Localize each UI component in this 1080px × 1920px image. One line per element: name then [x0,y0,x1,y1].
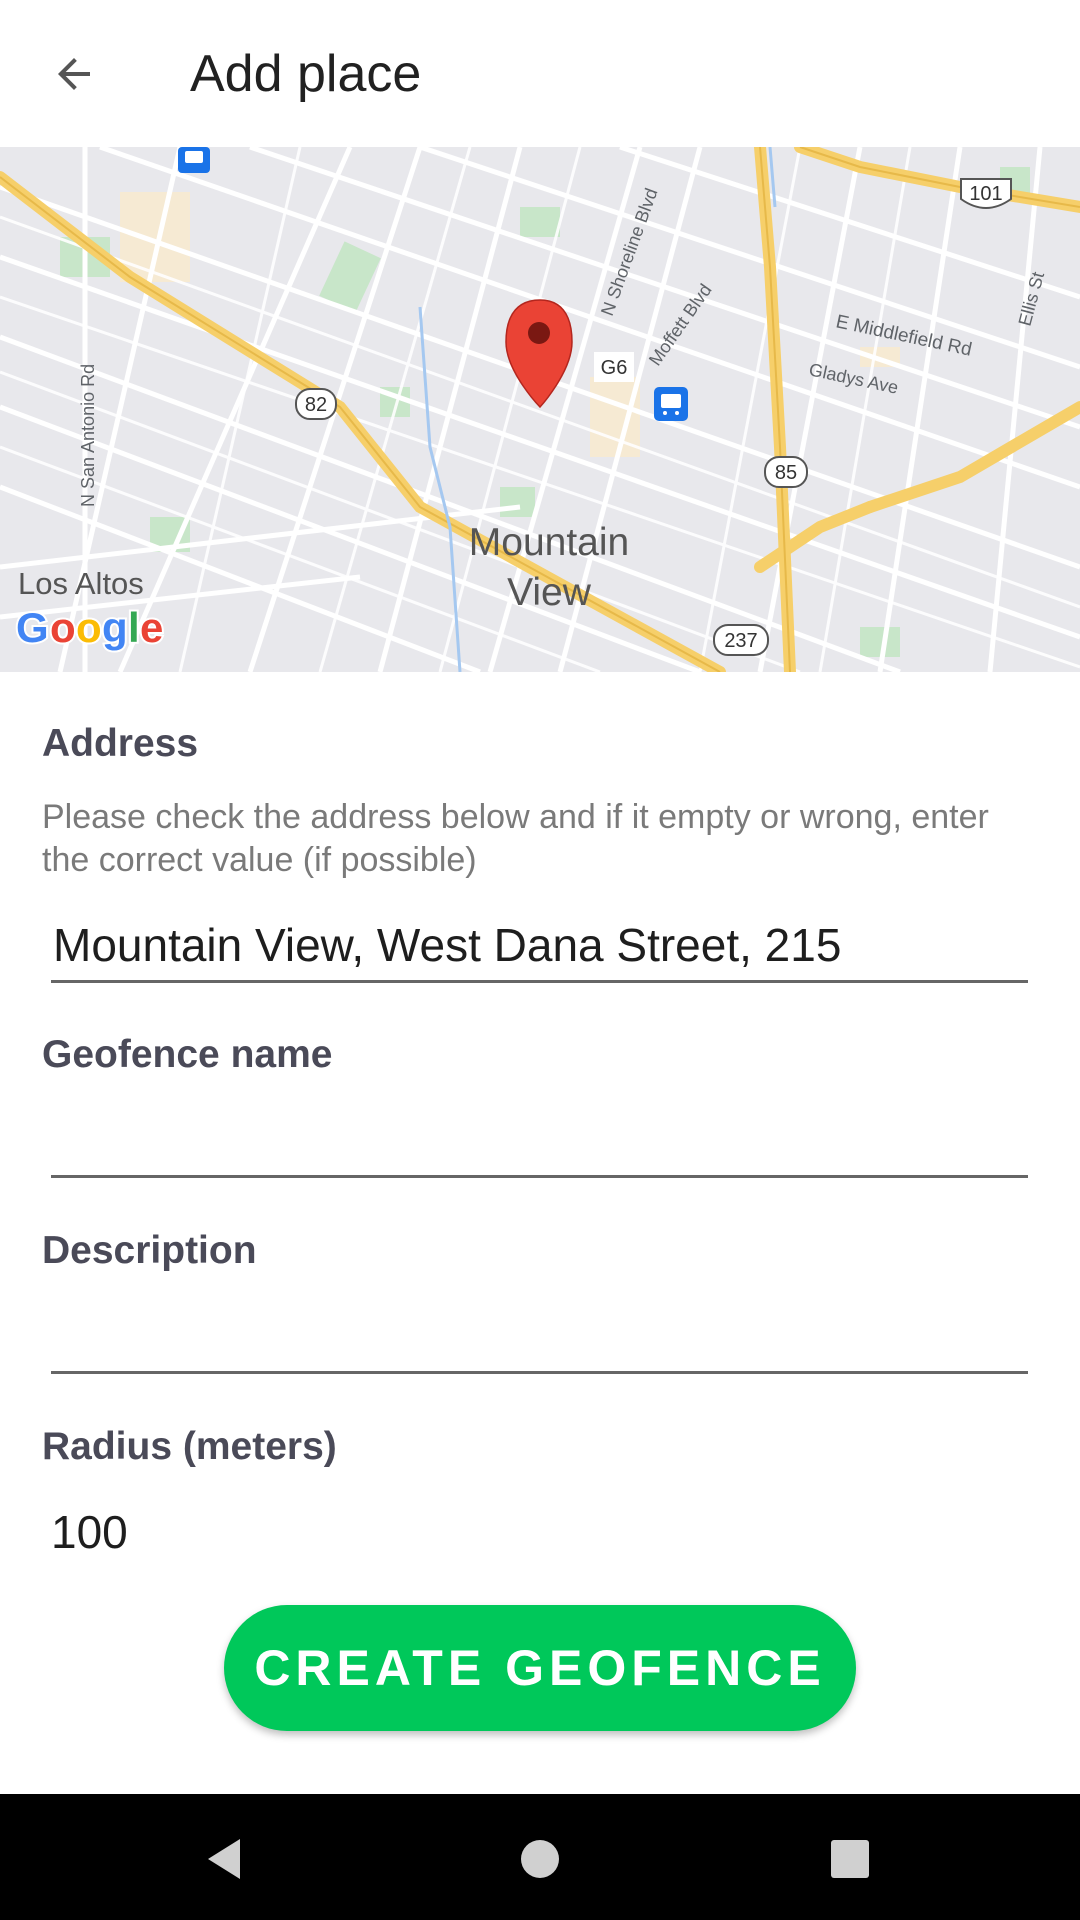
geofence-name-input[interactable] [51,1110,1028,1178]
address-input[interactable] [51,915,1028,983]
svg-text:g: g [102,604,128,651]
highway-shield-82: 82 [295,388,337,420]
nav-recents-button[interactable] [815,1824,885,1894]
geofence-name-label: Geofence name [42,1033,333,1076]
svg-text:o: o [50,604,76,651]
radius-label: Radius (meters) [42,1425,337,1468]
app-bar: Add place [0,0,1080,147]
svg-text:l: l [128,604,140,651]
nav-back-button[interactable] [190,1824,260,1894]
system-nav-bar [0,1794,1080,1920]
svg-text:o: o [76,604,102,651]
route-label-g6: G6 [594,352,634,382]
radius-input[interactable] [51,1505,451,1559]
nav-recents-icon [831,1840,869,1878]
highway-shield-101: 101 [960,178,1012,209]
svg-text:101: 101 [969,183,1002,205]
back-button[interactable] [34,34,114,114]
transit-station-icon [654,387,688,421]
app-screen: Add place 82 85 101 237 G6 N Shoreline B… [0,0,1080,1920]
description-input[interactable] [51,1306,1028,1374]
svg-text:G: G [16,604,49,651]
svg-text:Los Altos: Los Altos [18,566,144,601]
create-geofence-button[interactable]: CREATE GEOFENCE [224,1605,856,1731]
description-label: Description [42,1229,257,1272]
page-title: Add place [190,45,422,103]
address-label: Address [42,722,199,765]
svg-text:View: View [507,571,592,614]
map-view[interactable]: 82 85 101 237 G6 N Shoreline Blvd Moffet… [0,147,1080,672]
nav-home-icon [521,1840,559,1878]
svg-text:N San Antonio Rd: N San Antonio Rd [78,364,98,507]
svg-text:G6: G6 [601,357,628,379]
arrow-back-icon [58,58,90,90]
google-logo: G o o g l e [14,602,165,653]
svg-text:Mountain: Mountain [469,521,629,564]
svg-text:e: e [140,604,163,651]
nav-back-icon [208,1839,240,1879]
highway-shield-237: 237 [713,624,769,656]
nav-home-button[interactable] [505,1824,575,1894]
highway-shield-85: 85 [764,456,808,488]
address-hint: Please check the address below and if it… [42,798,989,879]
svg-text:237: 237 [724,630,757,652]
transit-station-icon [178,147,210,173]
svg-text:85: 85 [775,462,797,484]
svg-text:82: 82 [305,394,327,416]
